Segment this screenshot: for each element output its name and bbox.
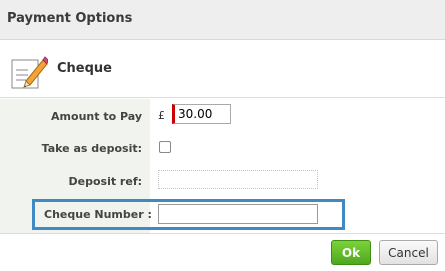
section-title: Cheque (57, 61, 112, 76)
cheque-number-label: Cheque Number : (44, 208, 152, 221)
cheque-pencil-icon (11, 56, 48, 89)
cheque-number-input[interactable] (158, 204, 318, 224)
dialog-title: Payment Options (7, 11, 133, 26)
deposit-ref-input[interactable] (158, 170, 318, 189)
cancel-button[interactable]: Cancel (379, 240, 438, 265)
amount-label: Amount to Pay (51, 110, 142, 123)
deposit-checkbox[interactable] (159, 141, 171, 153)
deposit-label: Take as deposit: (41, 142, 142, 155)
ok-button[interactable]: Ok (331, 240, 371, 265)
deposit-ref-label: Deposit ref: (68, 175, 143, 188)
amount-input[interactable] (172, 104, 231, 124)
currency-symbol: £ (158, 109, 165, 122)
